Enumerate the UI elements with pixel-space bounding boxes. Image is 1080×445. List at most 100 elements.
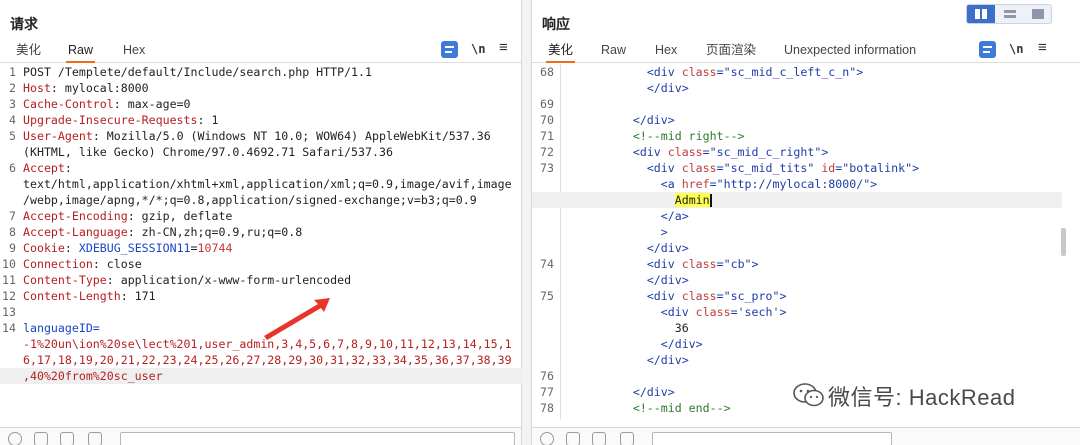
request-tab-raw[interactable]: Raw	[66, 42, 96, 63]
stacked-layout-icon[interactable]	[996, 5, 1024, 23]
request-pane: 请求 美化 Raw Hex \n ≡ 1 POST /Templete/defau…	[0, 0, 522, 445]
request-code-line: 9 Cookie: XDEBUG_SESSION11=10744	[0, 240, 522, 256]
line-number: 68	[540, 65, 554, 79]
code-token: Cache-Control	[23, 97, 114, 111]
response-menu-icon[interactable]: ≡	[1038, 39, 1047, 56]
layout-toggle	[966, 4, 1052, 24]
code-token: Accept	[23, 161, 65, 175]
line-number: 76	[540, 369, 554, 383]
code-token: User-Agent	[23, 129, 93, 143]
request-menu-icon[interactable]: ≡	[499, 39, 508, 56]
single-pane-layout-icon[interactable]	[1024, 5, 1052, 23]
response-tab-unexpected-info[interactable]: Unexpected information	[782, 42, 918, 63]
request-code-line: 1 POST /Templete/default/Include/search.p…	[0, 64, 522, 80]
prev-match-icon[interactable]	[592, 432, 606, 445]
response-format-icon[interactable]	[979, 41, 996, 58]
response-code-line: </div>	[532, 80, 1062, 96]
response-scrollbar[interactable]	[1061, 228, 1066, 256]
next-match-icon[interactable]	[88, 432, 102, 445]
code-token: </div>	[646, 353, 689, 367]
help-icon[interactable]	[8, 432, 22, 445]
request-tab-hex[interactable]: Hex	[121, 42, 147, 63]
settings-icon[interactable]	[566, 432, 580, 445]
code-token: </div>	[660, 337, 703, 351]
code-token: id	[821, 161, 836, 175]
code-token: <div	[646, 289, 682, 303]
request-code-line: 2 Host: mylocal:8000	[0, 80, 522, 96]
code-token: XDEBUG_SESSION11	[78, 241, 191, 255]
help-icon[interactable]	[540, 432, 554, 445]
next-match-icon[interactable]	[620, 432, 634, 445]
code-token: <!--mid end-->	[632, 401, 731, 415]
code-token: Host	[23, 81, 51, 95]
code-token: 6,17,18,19,20,21,22,23,24,25,26,27,28,29…	[23, 353, 512, 367]
response-code-line: 70 </div>	[532, 112, 1062, 128]
response-tab-pretty[interactable]: 美化	[546, 42, 576, 63]
code-token: :	[64, 241, 79, 255]
code-token: : application/x-www-form-urlencoded	[106, 273, 352, 287]
request-search-bar	[0, 427, 521, 445]
line-number: 4	[9, 113, 16, 127]
response-newline-toggle[interactable]: \n	[1009, 42, 1023, 56]
code-token: </div>	[632, 113, 675, 127]
line-number: 71	[540, 129, 554, 143]
code-token: ="http://mylocal:8000/">	[709, 177, 878, 191]
line-number: 8	[9, 225, 16, 239]
response-tab-render[interactable]: 页面渲染	[704, 42, 758, 63]
response-code-line: 72 <div class="sc_mid_c_right">	[532, 144, 1062, 160]
code-token: ='sech'>	[730, 305, 787, 319]
response-tab-raw[interactable]: Raw	[599, 42, 628, 63]
code-token: ="sc_mid_c_right">	[702, 145, 829, 159]
line-number: 11	[2, 273, 16, 287]
response-code-line: <a href="http://mylocal:8000/">	[532, 176, 1062, 192]
code-token: </div>	[646, 241, 689, 255]
line-number: 10	[2, 257, 16, 271]
request-format-icon[interactable]	[441, 41, 458, 58]
code-token: Content-Type	[23, 273, 107, 287]
code-token: : Mozilla/5.0 (Windows NT 10.0; WOW64) A…	[92, 129, 491, 143]
code-token: </div>	[646, 81, 689, 95]
line-number: 2	[9, 81, 16, 95]
line-number: 72	[540, 145, 554, 159]
code-token: : gzip, deflate	[127, 209, 233, 223]
watermark: 微信号: HackRead	[782, 380, 1015, 412]
response-editor[interactable]: 68 <div class="sc_mid_c_left_c_n"> </div…	[532, 64, 1062, 416]
code-token: :	[64, 161, 72, 175]
request-search-input[interactable]	[120, 432, 515, 445]
request-code-line: 8 Accept-Language: zh-CN,zh;q=0.9,ru;q=0.…	[0, 224, 522, 240]
code-token: class	[695, 305, 731, 319]
request-newline-toggle[interactable]: \n	[471, 42, 485, 56]
code-token: Accept-Language	[23, 225, 128, 239]
code-token: <a	[660, 177, 682, 191]
code-token: 36	[577, 321, 689, 335]
code-token: : 1	[197, 113, 219, 127]
request-code-line: /webp,image/apng,*/*;q=0.8,application/s…	[0, 192, 522, 208]
response-search-input[interactable]	[652, 432, 892, 445]
response-code-line: 73 <div class="sc_mid_tits" id="botalink…	[532, 160, 1062, 176]
settings-icon[interactable]	[34, 432, 48, 445]
line-number: 9	[9, 241, 16, 255]
response-code-line: 71 <!--mid right-->	[532, 128, 1062, 144]
code-token: ,40%20from%20sc_user	[23, 369, 163, 383]
pane-splitter[interactable]	[522, 0, 532, 445]
request-tab-pretty[interactable]: 美化	[14, 42, 43, 63]
side-by-side-layout-icon[interactable]	[967, 5, 995, 23]
request-code-line: (KHTML, like Gecko) Chrome/97.0.4692.71 …	[0, 144, 522, 160]
response-code-line: 75 <div class="sc_pro">	[532, 288, 1062, 304]
prev-match-icon[interactable]	[60, 432, 74, 445]
request-code-line: 5 User-Agent: Mozilla/5.0 (Windows NT 10.…	[0, 128, 522, 144]
request-code-line: ,40%20from%20sc_user	[0, 368, 522, 384]
line-number: 6	[9, 161, 16, 175]
code-token: >	[660, 225, 668, 239]
code-token: =	[190, 241, 198, 255]
response-tab-hex[interactable]: Hex	[653, 42, 679, 63]
code-token: <div	[646, 161, 682, 175]
code-token: class	[681, 257, 717, 271]
